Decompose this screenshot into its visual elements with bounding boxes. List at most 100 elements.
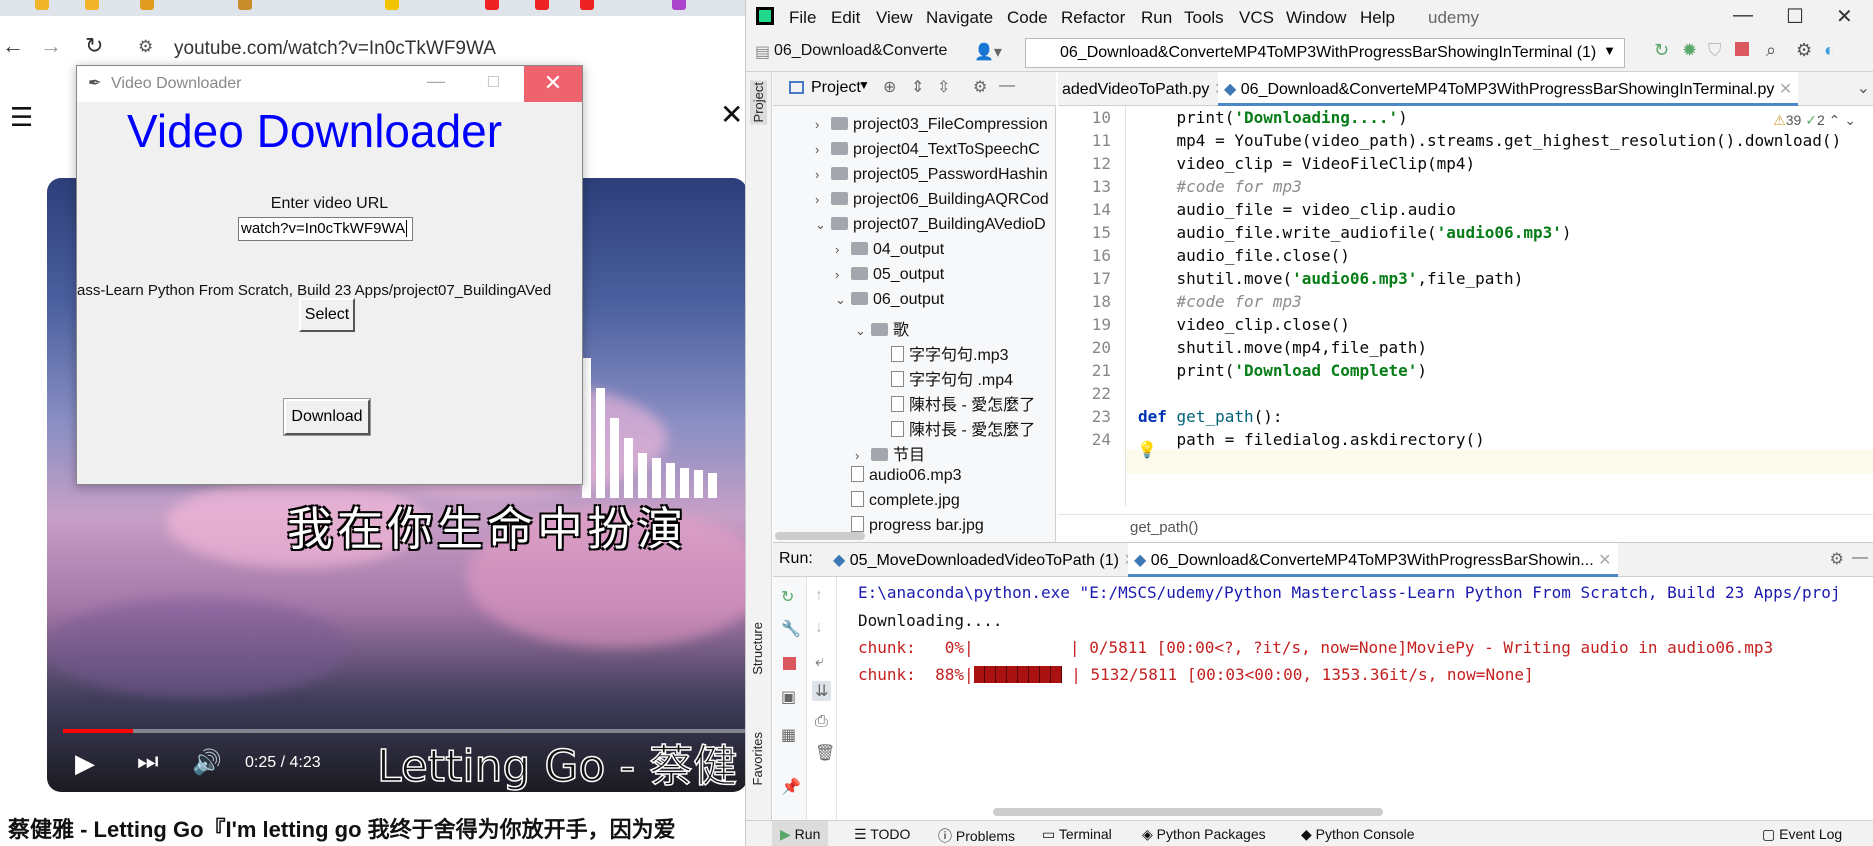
- close-icon[interactable]: ✕: [720, 98, 743, 131]
- tree-file[interactable]: 陳村長 - 愛怎麼了: [875, 416, 1035, 440]
- chevron-right-icon[interactable]: ›: [815, 167, 831, 182]
- tab-favicon[interactable]: [85, 0, 99, 10]
- play-icon[interactable]: ▶: [75, 748, 95, 779]
- tree-folder[interactable]: › 节目: [855, 441, 925, 465]
- tool-tab-run[interactable]: ▶ Run: [772, 821, 829, 846]
- menu-window[interactable]: Window: [1286, 8, 1346, 28]
- chevron-right-icon[interactable]: ›: [855, 448, 871, 463]
- close-icon[interactable]: ✕: [1598, 552, 1611, 569]
- trash-icon[interactable]: 🗑: [815, 743, 835, 763]
- menu-tools[interactable]: Tools: [1184, 8, 1224, 28]
- layout-icon[interactable]: ▦: [781, 725, 796, 745]
- settings-icon[interactable]: ⚙: [1796, 40, 1812, 61]
- arrow-down-icon[interactable]: ↓: [815, 619, 823, 637]
- chevron-down-icon[interactable]: ⌄: [835, 292, 851, 308]
- address-bar[interactable]: ⚙ youtube.com/watch?v=In0cTkWF9WA: [134, 33, 745, 65]
- hide-icon[interactable]: —: [999, 77, 1015, 95]
- code-line[interactable]: #code for mp3: [1138, 177, 1302, 196]
- tab-favicon[interactable]: [140, 0, 154, 10]
- gear-icon[interactable]: ⚙: [973, 77, 987, 97]
- tool-tab-todo[interactable]: ☰ TODO: [854, 826, 910, 843]
- tree-folder[interactable]: › project03_FileCompression: [815, 116, 1048, 134]
- tool-tab-event-log[interactable]: ▢ Event Log: [1762, 826, 1842, 843]
- close-button[interactable]: ✕: [1836, 4, 1853, 29]
- menu-file[interactable]: File: [789, 8, 816, 28]
- run-tab-2[interactable]: ◆ 06_Download&ConverteMP4ToMP3WithProgre…: [1128, 543, 1618, 577]
- tab-favicon[interactable]: [580, 0, 594, 10]
- minimize-button[interactable]: —: [427, 71, 445, 92]
- run-tab-1[interactable]: ◆ 05_MoveDownloadedVideoToPath (1) ✕: [833, 550, 1137, 570]
- maximize-button[interactable]: ☐: [1786, 4, 1804, 29]
- code-line[interactable]: def get_path():: [1138, 407, 1283, 426]
- run-configuration-select[interactable]: 06_Download&ConverteMP4ToMP3WithProgress…: [1025, 38, 1625, 68]
- tree-folder[interactable]: › project04_TextToSpeechC: [815, 141, 1040, 159]
- tab-project[interactable]: Project: [750, 80, 767, 125]
- download-button[interactable]: Download: [283, 398, 371, 436]
- camera-icon[interactable]: ▣: [781, 687, 796, 707]
- chevron-right-icon[interactable]: ›: [815, 142, 831, 157]
- code-line[interactable]: video_clip.close(): [1138, 315, 1350, 334]
- menu-view[interactable]: View: [876, 8, 913, 28]
- tab-favicon[interactable]: [672, 0, 686, 10]
- horizontal-scrollbar[interactable]: [775, 532, 865, 540]
- code-line[interactable]: path = filedialog.askdirectory(): [1138, 430, 1485, 449]
- minimize-button[interactable]: —: [1733, 4, 1753, 27]
- site-info-icon[interactable]: ⚙: [138, 37, 153, 57]
- inspection-widget[interactable]: ⚠39 ✓2 ⌃ ⌄: [1773, 112, 1856, 129]
- horizontal-scrollbar[interactable]: [993, 808, 1383, 816]
- tab-favicon[interactable]: [385, 0, 399, 10]
- stop-icon[interactable]: [783, 657, 796, 670]
- tab-favorites[interactable]: Favorites: [750, 732, 765, 785]
- debug-icon[interactable]: ✹: [1682, 40, 1697, 61]
- pin-icon[interactable]: 📌: [781, 777, 801, 797]
- project-panel-title[interactable]: Project: [811, 79, 861, 97]
- menu-run[interactable]: Run: [1141, 8, 1172, 28]
- search-icon[interactable]: ⌕: [1766, 40, 1776, 61]
- navbar-project[interactable]: 06_Download&Converte: [774, 42, 947, 60]
- tree-folder[interactable]: ⌄ 歌: [855, 316, 909, 340]
- tree-folder[interactable]: › project05_PasswordHashin: [815, 166, 1048, 184]
- close-icon[interactable]: ✕: [1779, 81, 1792, 98]
- menu-code[interactable]: Code: [1007, 8, 1048, 28]
- code-line[interactable]: shutil.move(mp4,file_path): [1138, 338, 1427, 357]
- select-button[interactable]: Select: [299, 298, 355, 332]
- tree-folder[interactable]: › 05_output: [835, 266, 944, 284]
- code-line[interactable]: mp4 = YouTube(video_path).streams.get_hi…: [1138, 131, 1842, 150]
- menu-help[interactable]: Help: [1360, 8, 1395, 28]
- maximize-button[interactable]: ☐: [487, 73, 500, 91]
- chevron-down-icon[interactable]: ⌄: [815, 217, 831, 233]
- tab-favicon[interactable]: [238, 0, 252, 10]
- collapse-icon[interactable]: ⇳: [937, 77, 950, 97]
- scroll-to-end-icon[interactable]: ⇊: [812, 681, 832, 701]
- close-button[interactable]: ✕: [524, 66, 582, 102]
- tree-folder[interactable]: ⌄ 06_output: [835, 291, 944, 309]
- coverage-icon[interactable]: ⛉: [1708, 40, 1722, 61]
- code-line[interactable]: video_clip = VideoFileClip(mp4): [1138, 154, 1476, 173]
- code-line[interactable]: print('Download Complete'): [1138, 361, 1427, 380]
- code-line[interactable]: audio_file = video_clip.audio: [1138, 200, 1456, 219]
- expand-icon[interactable]: ⇕: [911, 77, 924, 97]
- tree-file[interactable]: 字字句句 .mp4: [875, 366, 1013, 390]
- tool-tab-python-packages[interactable]: ◈ Python Packages: [1142, 826, 1266, 843]
- wrench-icon[interactable]: 🔧: [781, 619, 801, 639]
- tab-move-downloaded[interactable]: adedVideoToPath.py ✕: [1062, 79, 1227, 99]
- print-icon[interactable]: ⎙: [815, 713, 828, 731]
- tool-tab-python-console[interactable]: ◆ Python Console: [1301, 826, 1415, 843]
- editor-breadcrumb[interactable]: get_path(): [1058, 514, 1873, 542]
- stop-icon[interactable]: [1735, 42, 1749, 56]
- tree-file[interactable]: complete.jpg: [835, 491, 960, 510]
- tool-tab-problems[interactable]: ⓘ Problems: [938, 826, 1015, 846]
- chevron-down-icon[interactable]: ⌄: [1857, 78, 1870, 98]
- volume-icon[interactable]: 🔊: [192, 748, 222, 777]
- gear-icon[interactable]: ⚙: [1830, 549, 1844, 569]
- rerun-icon[interactable]: ↻: [781, 587, 794, 607]
- chevron-down-icon[interactable]: ⌄: [855, 323, 871, 339]
- code-line[interactable]: shutil.move('audio06.mp3',file_path): [1138, 269, 1524, 288]
- chevron-right-icon[interactable]: ›: [815, 117, 831, 132]
- tree-folder[interactable]: ⌄ project07_BuildingAVedioD: [815, 216, 1046, 234]
- tree-file[interactable]: 字字句句.mp3: [875, 341, 1009, 365]
- tree-folder[interactable]: › 04_output: [835, 241, 944, 259]
- jetbrains-icon[interactable]: ◐: [1824, 40, 1835, 61]
- menu-edit[interactable]: Edit: [831, 8, 860, 28]
- tab-favicon[interactable]: [535, 0, 549, 10]
